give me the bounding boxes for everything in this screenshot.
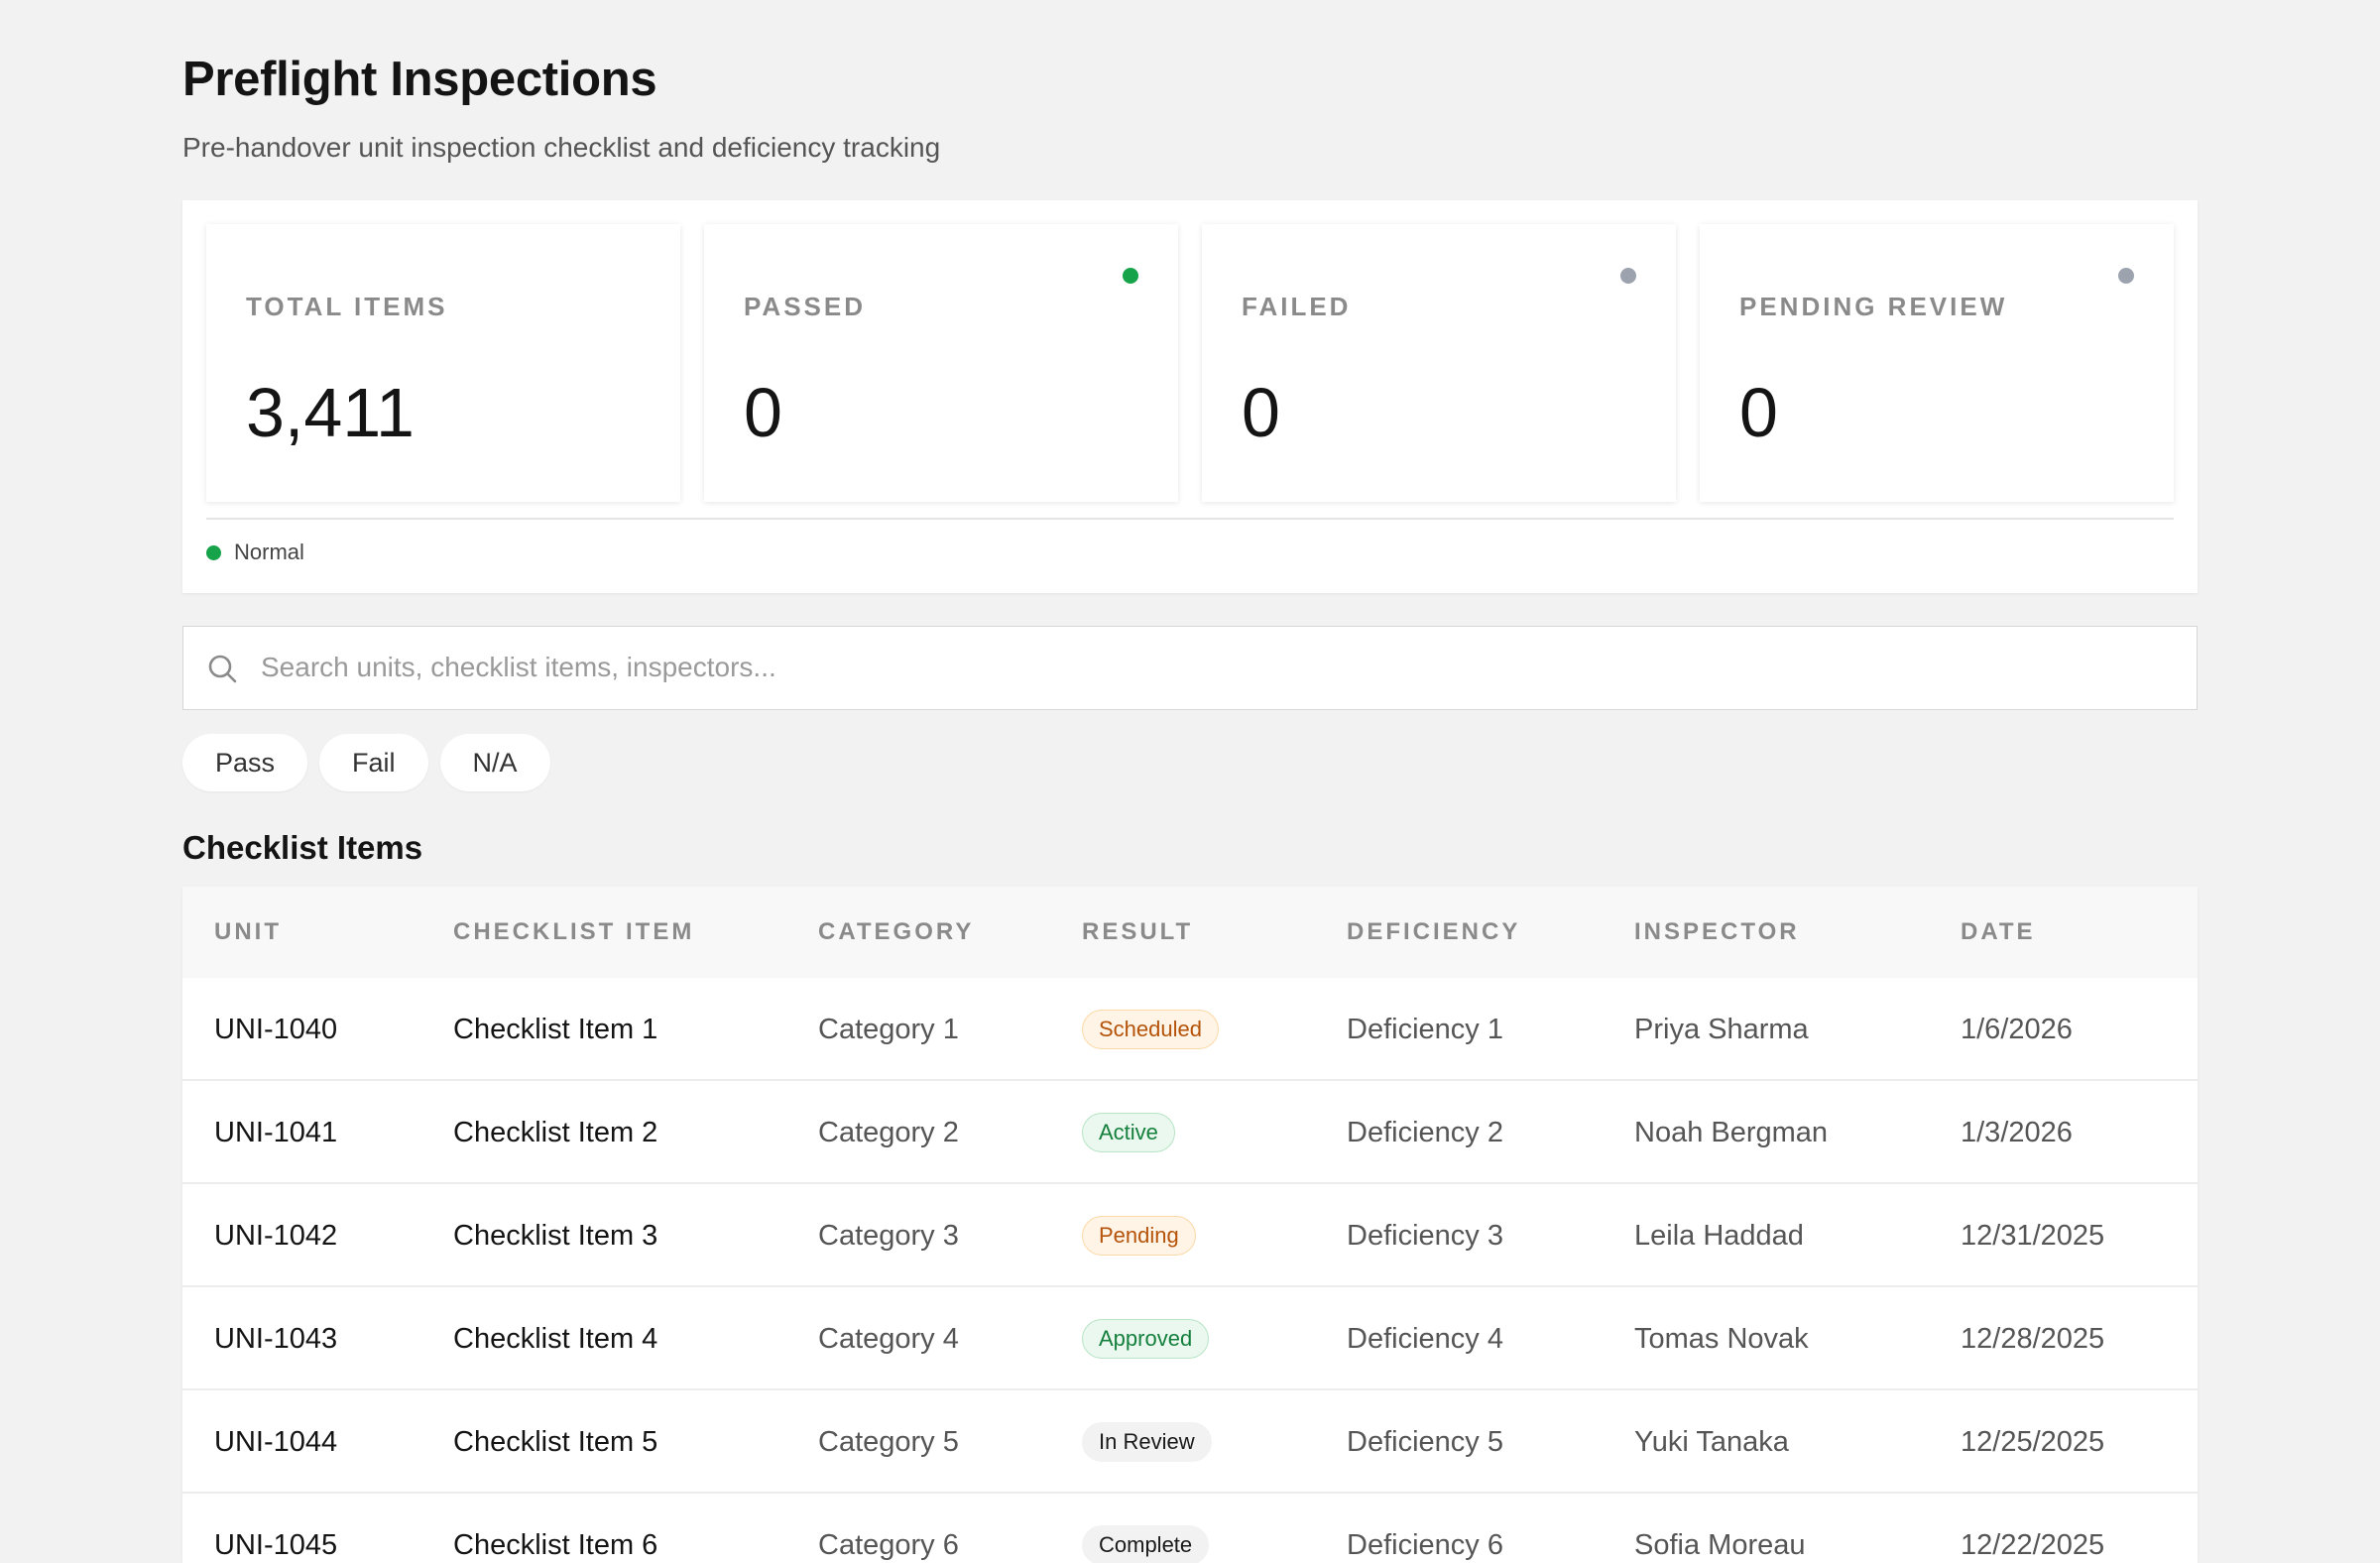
column-header-deficiency[interactable]: DEFICIENCY xyxy=(1347,918,1520,946)
filter-chip-fail[interactable]: Fail xyxy=(319,734,428,791)
stat-value: 0 xyxy=(744,374,782,451)
stats-panel: TOTAL ITEMS 3,411 PASSED 0 FAILED 0 PEND… xyxy=(182,200,2198,593)
result-badge: Scheduled xyxy=(1082,1010,1219,1049)
cell-unit: UNI-1045 xyxy=(214,1529,338,1561)
cell-category: Category 3 xyxy=(818,1220,959,1252)
cell-inspector: Sofia Moreau xyxy=(1634,1529,1806,1561)
table-header: UNIT CHECKLIST ITEM CATEGORY RESULT DEFI… xyxy=(182,887,2198,978)
stat-card-total-items: TOTAL ITEMS 3,411 xyxy=(206,224,680,502)
cell-deficiency: Deficiency 5 xyxy=(1347,1426,1503,1458)
cell-inspector: Leila Haddad xyxy=(1634,1220,1804,1252)
column-header-result[interactable]: RESULT xyxy=(1082,918,1193,946)
cell-date: 12/22/2025 xyxy=(1961,1529,2105,1561)
search-icon xyxy=(208,655,237,683)
result-badge: In Review xyxy=(1082,1422,1212,1462)
stat-value: 3,411 xyxy=(246,374,415,451)
cell-unit: UNI-1044 xyxy=(214,1426,338,1458)
table-row[interactable]: UNI-1044 Checklist Item 5 Category 5 In Rev… xyxy=(182,1390,2198,1494)
stat-card-failed: FAILED 0 xyxy=(1202,224,1676,502)
cell-deficiency: Deficiency 2 xyxy=(1347,1117,1503,1148)
cell-date: 1/3/2026 xyxy=(1961,1117,2073,1148)
stat-card-pending-review: PENDING REVIEW 0 xyxy=(1700,224,2174,502)
cell-checklist-item: Checklist Item 6 xyxy=(453,1529,658,1561)
stat-label: FAILED xyxy=(1242,292,1352,321)
column-header-inspector[interactable]: INSPECTOR xyxy=(1634,918,1800,946)
section-title: Checklist Items xyxy=(182,829,423,866)
stat-card-passed: PASSED 0 xyxy=(704,224,1178,502)
page: Preflight Inspections Pre-handover unit … xyxy=(182,0,2198,1563)
stat-value: 0 xyxy=(1739,374,1778,451)
legend: Normal xyxy=(206,540,304,565)
legend-dot-icon xyxy=(206,544,221,560)
cell-category: Category 2 xyxy=(818,1117,959,1148)
search-bar xyxy=(182,626,2198,710)
status-dot-icon xyxy=(1620,268,1636,284)
cell-inspector: Tomas Novak xyxy=(1634,1323,1809,1355)
status-dot-icon xyxy=(2118,268,2134,284)
filter-chip-na[interactable]: N/A xyxy=(439,734,550,791)
cell-checklist-item: Checklist Item 5 xyxy=(453,1426,658,1458)
result-badge: Approved xyxy=(1082,1319,1210,1359)
cell-date: 12/28/2025 xyxy=(1961,1323,2105,1355)
cell-category: Category 1 xyxy=(818,1014,959,1045)
cell-date: 12/25/2025 xyxy=(1961,1426,2105,1458)
result-badge: Pending xyxy=(1082,1216,1196,1256)
cell-unit: UNI-1042 xyxy=(214,1220,338,1252)
stat-label: TOTAL ITEMS xyxy=(246,292,448,321)
cell-unit: UNI-1041 xyxy=(214,1117,338,1148)
result-badge: Complete xyxy=(1082,1525,1210,1563)
legend-label: Normal xyxy=(234,540,304,564)
cell-unit: UNI-1043 xyxy=(214,1323,338,1355)
cell-deficiency: Deficiency 3 xyxy=(1347,1220,1503,1252)
table-row[interactable]: UNI-1040 Checklist Item 1 Category 1 Schedu… xyxy=(182,978,2198,1081)
table-row[interactable]: UNI-1042 Checklist Item 3 Category 3 Pendin… xyxy=(182,1184,2198,1287)
table-row[interactable]: UNI-1041 Checklist Item 2 Category 2 Active… xyxy=(182,1081,2198,1184)
divider xyxy=(206,518,2174,520)
column-header-checklist-item[interactable]: CHECKLIST ITEM xyxy=(453,918,694,946)
cell-inspector: Noah Bergman xyxy=(1634,1117,1829,1148)
search-input[interactable] xyxy=(261,627,2175,708)
column-header-category[interactable]: CATEGORY xyxy=(818,918,974,946)
filter-chips: Pass Fail N/A xyxy=(182,734,562,791)
cell-deficiency: Deficiency 4 xyxy=(1347,1323,1503,1355)
cell-inspector: Yuki Tanaka xyxy=(1634,1426,1789,1458)
stat-label: PENDING REVIEW xyxy=(1739,292,2008,321)
cell-inspector: Priya Sharma xyxy=(1634,1014,1809,1045)
checklist-table: UNIT CHECKLIST ITEM CATEGORY RESULT DEFI… xyxy=(182,887,2198,1563)
status-dot-icon xyxy=(1123,268,1138,284)
stat-label: PASSED xyxy=(744,292,866,321)
column-header-unit[interactable]: UNIT xyxy=(214,918,282,946)
cell-deficiency: Deficiency 1 xyxy=(1347,1014,1503,1045)
cell-category: Category 6 xyxy=(818,1529,959,1561)
page-title: Preflight Inspections xyxy=(182,53,657,106)
cell-checklist-item: Checklist Item 2 xyxy=(453,1117,658,1148)
table-row[interactable]: UNI-1045 Checklist Item 6 Category 6 Comple… xyxy=(182,1494,2198,1563)
filter-chip-pass[interactable]: Pass xyxy=(182,734,308,791)
cell-checklist-item: Checklist Item 4 xyxy=(453,1323,658,1355)
cell-checklist-item: Checklist Item 1 xyxy=(453,1014,658,1045)
cell-date: 12/31/2025 xyxy=(1961,1220,2105,1252)
cell-unit: UNI-1040 xyxy=(214,1014,338,1045)
cell-checklist-item: Checklist Item 3 xyxy=(453,1220,658,1252)
cell-category: Category 5 xyxy=(818,1426,959,1458)
cell-deficiency: Deficiency 6 xyxy=(1347,1529,1503,1561)
column-header-date[interactable]: DATE xyxy=(1961,918,2036,946)
cell-category: Category 4 xyxy=(818,1323,959,1355)
stat-value: 0 xyxy=(1242,374,1280,451)
table-row[interactable]: UNI-1043 Checklist Item 4 Category 4 Approv… xyxy=(182,1287,2198,1390)
cell-date: 1/6/2026 xyxy=(1961,1014,2073,1045)
page-subtitle: Pre-handover unit inspection checklist a… xyxy=(182,132,941,163)
result-badge: Active xyxy=(1082,1113,1175,1152)
